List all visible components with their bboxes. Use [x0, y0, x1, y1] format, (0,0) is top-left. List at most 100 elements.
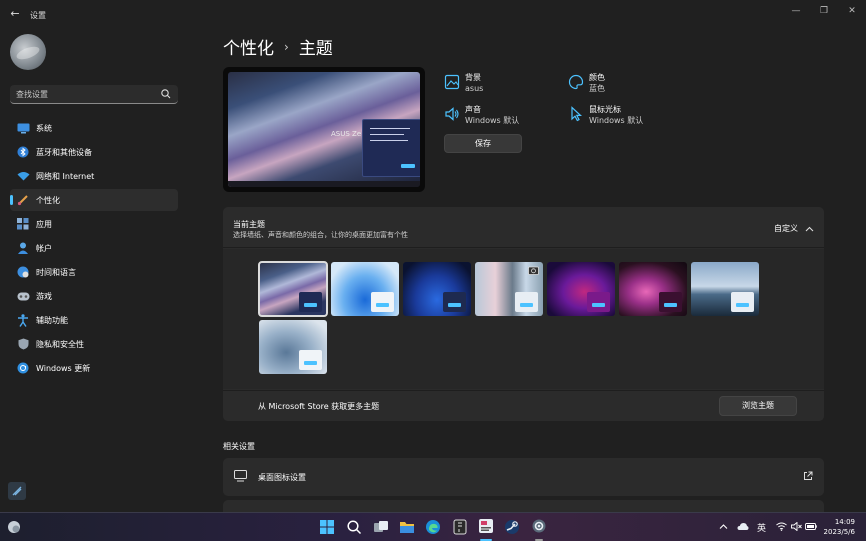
globe-clock-icon: [16, 265, 30, 279]
external-link-icon: [804, 471, 813, 480]
gamepad-icon: [16, 289, 30, 303]
avatar[interactable]: [10, 34, 46, 70]
sidebar-item-system[interactable]: 系统: [10, 117, 178, 139]
clock[interactable]: 14:09 2023/5/6: [824, 517, 855, 537]
minimize-button[interactable]: —: [786, 4, 806, 18]
account-icon: [16, 241, 30, 255]
sidebar-item-label: 隐私和安全性: [36, 339, 84, 349]
sidebar-item-apps[interactable]: 应用: [10, 213, 178, 235]
bluetooth-icon: [16, 145, 30, 159]
store-row: 从 Microsoft Store 获取更多主题 浏览主题: [223, 390, 824, 421]
restore-button[interactable]: ❐: [814, 4, 834, 18]
speaker-icon: [445, 107, 459, 121]
settings-taskbar-button[interactable]: [531, 518, 547, 541]
settings-app-taskbar[interactable]: [478, 518, 494, 541]
clock-date: 2023/5/6: [823, 528, 855, 536]
gear-icon: [532, 519, 546, 533]
wifi-icon: [16, 169, 30, 183]
browse-themes-button[interactable]: 浏览主题: [719, 396, 797, 416]
sidebar-item-accounts[interactable]: 帐户: [10, 237, 178, 259]
weather-icon[interactable]: [6, 519, 22, 535]
search-taskbar-icon[interactable]: [346, 519, 362, 535]
start-icon[interactable]: [319, 519, 335, 535]
sidebar-item-time-language[interactable]: 时间和语言: [10, 261, 178, 283]
current-theme-expander[interactable]: 自定义: [774, 223, 814, 234]
sidebar-item-label: 辅助功能: [36, 315, 68, 325]
onedrive-icon[interactable]: [737, 522, 749, 531]
save-button[interactable]: 保存: [444, 134, 522, 153]
breadcrumb-parent[interactable]: 个性化: [223, 34, 274, 59]
sidebar-item-label: 系统: [36, 123, 52, 133]
search-box[interactable]: [10, 85, 178, 104]
current-theme-title: 当前主题: [233, 220, 265, 229]
wifi-tray-icon[interactable]: [776, 522, 787, 531]
cursor-setting[interactable]: 鼠标光标 Windows 默认: [568, 104, 643, 126]
task-view-icon[interactable]: [373, 519, 389, 535]
back-button[interactable]: ←: [8, 7, 22, 21]
sidebar-item-privacy[interactable]: 隐私和安全性: [10, 333, 178, 355]
app-corner-icon: [8, 482, 26, 500]
search-icon[interactable]: [160, 88, 172, 100]
close-button[interactable]: ✕: [842, 4, 862, 18]
theme-thumbnail-windows-dark[interactable]: [403, 262, 471, 316]
desktop-icon-settings-label: 桌面图标设置: [258, 473, 306, 482]
sidebar-item-windows-update[interactable]: Windows 更新: [10, 357, 178, 379]
sidebar-item-label: Windows 更新: [36, 363, 91, 373]
color-value: 蓝色: [589, 84, 605, 93]
chevron-up-tray-icon[interactable]: [719, 523, 728, 530]
battery-icon[interactable]: [805, 522, 817, 531]
color-setting[interactable]: 颜色 蓝色: [568, 72, 605, 94]
theme-thumbnail-asus[interactable]: [258, 261, 328, 317]
sidebar-item-network[interactable]: 网络和 Internet: [10, 165, 178, 187]
current-theme-header[interactable]: 当前主题 选择墙纸、声音和颜色的组合，让你的桌面更加富有个性 自定义: [223, 207, 824, 248]
sidebar-item-accessibility[interactable]: 辅助功能: [10, 309, 178, 331]
steam-icon[interactable]: [504, 519, 520, 535]
accessibility-icon: [16, 313, 30, 327]
sound-value: Windows 默认: [465, 116, 520, 125]
preview-window: [362, 119, 420, 177]
cursor-value: Windows 默认: [589, 116, 644, 125]
sidebar-item-bluetooth[interactable]: 蓝牙和其他设备: [10, 141, 178, 163]
desktop-icon: [234, 470, 247, 482]
edge-icon[interactable]: [425, 519, 441, 535]
related-row-partial[interactable]: [223, 500, 824, 512]
theme-thumbnail-windows-light[interactable]: [331, 262, 399, 316]
brush-icon: [16, 193, 30, 207]
update-icon: [16, 361, 30, 375]
sidebar-nav: 系统 蓝牙和其他设备 网络和 Internet 个性化 应用 帐户 时间和语言 …: [10, 117, 178, 381]
page-title: 主题: [298, 39, 333, 59]
volume-muted-icon[interactable]: [791, 522, 802, 531]
cursor-label: 鼠标光标: [589, 105, 621, 114]
color-label: 颜色: [589, 73, 605, 82]
sound-setting[interactable]: 声音 Windows 默认: [444, 104, 519, 126]
file-explorer-icon[interactable]: [399, 519, 415, 535]
preview-brand-text: ASUS Ze: [331, 130, 362, 138]
theme-preview: ASUS Ze: [223, 67, 425, 192]
sidebar-item-gaming[interactable]: 游戏: [10, 285, 178, 307]
camera-icon: [528, 266, 539, 275]
search-input[interactable]: [16, 87, 156, 102]
breadcrumb-separator: ›: [284, 39, 289, 54]
sidebar-item-label: 应用: [36, 219, 52, 229]
theme-thumbnail-glow[interactable]: [547, 262, 615, 316]
theme-thumbnail-flow[interactable]: [691, 262, 759, 316]
notepad-icon[interactable]: [452, 519, 468, 535]
theme-thumbnail-sunrise[interactable]: [259, 320, 327, 374]
sidebar-item-personalization[interactable]: 个性化: [10, 189, 178, 211]
sidebar-item-label: 时间和语言: [36, 267, 76, 277]
background-setting[interactable]: 背景 asus: [444, 72, 483, 94]
cursor-icon: [571, 106, 583, 122]
breadcrumb: 个性化 › 主题: [223, 34, 333, 59]
sidebar-item-label: 网络和 Internet: [36, 171, 95, 181]
app-title: 设置: [30, 11, 46, 20]
theme-thumbnail-captured-motion[interactable]: [619, 262, 687, 316]
chevron-up-icon: [805, 226, 814, 231]
related-settings-title: 相关设置: [223, 442, 255, 451]
ime-indicator[interactable]: 英: [757, 521, 766, 534]
store-text: 从 Microsoft Store 获取更多主题: [258, 402, 380, 411]
sidebar-item-label: 蓝牙和其他设备: [36, 147, 92, 157]
background-value: asus: [465, 84, 484, 93]
desktop-icon-settings-row[interactable]: 桌面图标设置: [223, 458, 824, 496]
theme-thumbnail-spotlight[interactable]: [475, 262, 543, 316]
sound-label: 声音: [465, 105, 481, 114]
